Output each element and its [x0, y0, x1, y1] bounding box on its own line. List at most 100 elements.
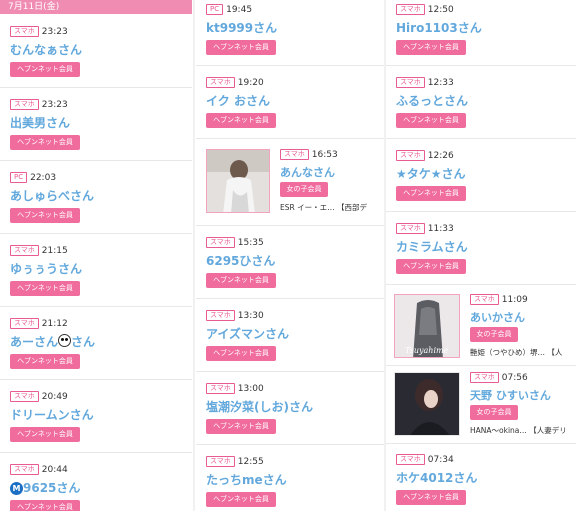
device-badge: PC [206, 4, 224, 15]
user-name[interactable]: イク おさん [206, 92, 270, 109]
list-item[interactable]: スマホ 20:44 M 9625さん ヘブンネット会員 [0, 453, 192, 511]
list-item[interactable]: PC 19:45 kt9999さん ヘブンネット会員 [196, 0, 384, 66]
device-badge: PC [10, 172, 28, 183]
list-item[interactable]: スマホ 11:33 カミラムさん ヘブンネット会員 [386, 212, 576, 285]
member-tag: ヘブンネット会員 [10, 427, 80, 442]
list-item[interactable]: スマホ 20:49 ドリームンさん ヘブンネット会員 [0, 380, 192, 453]
list-item[interactable]: スマホ 12:55 たっちmeさん ヘブンネット会員 [196, 445, 384, 511]
member-tag: ヘブンネット会員 [10, 62, 80, 77]
user-name[interactable]: ドリームンさん [10, 406, 94, 423]
photo-placeholder [207, 150, 269, 212]
user-name[interactable]: 塩潮汐菜(しお)さん [206, 398, 313, 415]
list-item[interactable]: PC 22:03 あしゅらべさん ヘブンネット会員 [0, 161, 192, 234]
user-name[interactable]: Hiro1103さん [396, 19, 482, 36]
device-badge: スマホ [206, 310, 235, 321]
post-time: 15:35 [237, 237, 264, 248]
panda-icon [58, 334, 72, 347]
member-tag: ヘブンネット会員 [206, 273, 276, 288]
profile-photo[interactable] [394, 372, 460, 436]
device-badge: スマホ [280, 149, 309, 160]
device-badge: スマホ [10, 245, 39, 256]
user-name[interactable]: 天野 ひすいさん [470, 387, 551, 403]
user-name[interactable]: むんなぁさん [10, 41, 82, 58]
user-name[interactable]: あしゅらべさん [10, 187, 94, 204]
post-time: 11:09 [501, 294, 528, 305]
post-time: 22:03 [30, 172, 57, 183]
user-name[interactable]: ゆぅぅうさん [10, 260, 82, 277]
user-name[interactable]: 6295ひさん [206, 252, 275, 269]
post-time: 19:45 [226, 4, 253, 15]
date-header: 7月11日(金) [0, 0, 192, 14]
post-time: 12:55 [237, 456, 264, 467]
member-tag: ヘブンネット会員 [10, 354, 80, 369]
post-time: 19:20 [237, 77, 264, 88]
shop-link[interactable]: HANA～okina… 【人妻デリ [470, 425, 567, 436]
user-name-suffix: 9625さん [23, 481, 81, 495]
post-time: 20:49 [41, 391, 68, 402]
device-badge: スマホ [10, 391, 39, 402]
profile-photo[interactable]: Tsuyahime [394, 294, 460, 358]
post-time: 13:30 [237, 310, 264, 321]
user-name[interactable]: カミラムさん [396, 238, 468, 255]
user-name[interactable]: ★タケ★さん [396, 165, 466, 182]
user-name[interactable]: M 9625さん [10, 479, 80, 496]
device-badge: スマホ [206, 383, 235, 394]
photo-placeholder [395, 373, 459, 435]
list-item[interactable]: スマホ 19:20 イク おさん ヘブンネット会員 [196, 66, 384, 139]
list-item[interactable]: スマホ 13:00 塩潮汐菜(しお)さん ヘブンネット会員 [196, 372, 384, 445]
post-time: 21:15 [41, 245, 68, 256]
member-tag: ヘブンネット会員 [206, 346, 276, 361]
device-badge: スマホ [206, 77, 235, 88]
list-item[interactable]: スマホ 15:35 6295ひさん ヘブンネット会員 [196, 226, 384, 299]
list-item[interactable]: スマホ 21:15 ゆぅぅうさん ヘブンネット会員 [0, 234, 192, 307]
list-item[interactable]: スマホ 23:23 出美男さん ヘブンネット会員 [0, 88, 192, 161]
profile-photo[interactable] [206, 149, 270, 213]
member-tag: ヘブンネット会員 [10, 281, 80, 296]
column-divider [193, 0, 195, 511]
user-name-suffix: さん [71, 335, 96, 349]
user-name[interactable]: ふるっとさん [396, 92, 468, 109]
column-2: PC 19:45 kt9999さん ヘブンネット会員 スマホ 19:20 イク おさ… [196, 0, 384, 511]
post-time: 21:12 [41, 318, 68, 329]
list-item[interactable]: スマホ 07:34 ホケ4012さん ヘブンネット会員 [386, 444, 576, 511]
post-time: 07:56 [501, 372, 528, 383]
list-item[interactable]: Tsuyahime スマホ 11:09 あいかさん 女の子会員 艶姫（つやひめ）堺… [386, 285, 576, 366]
user-name[interactable]: あんなさん [280, 164, 335, 180]
device-badge: スマホ [206, 456, 235, 467]
list-item[interactable]: スマホ 12:26 ★タケ★さん ヘブンネット会員 [386, 139, 576, 212]
device-badge: スマホ [10, 464, 39, 475]
list-item[interactable]: スマホ 23:23 むんなぁさん ヘブンネット会員 [0, 14, 192, 88]
post-time: 12:33 [427, 77, 454, 88]
member-tag: ヘブンネット会員 [206, 419, 276, 434]
user-name[interactable]: 出美男さん [10, 114, 70, 131]
list-item[interactable]: スマホ 07:56 天野 ひすいさん 女の子会員 HANA～okina… 【人妻デ… [386, 366, 576, 444]
user-name[interactable]: ホケ4012さん [396, 469, 477, 486]
list-item[interactable]: スマホ 21:12 あーさん さん ヘブンネット会員 [0, 307, 192, 380]
device-badge: スマホ [396, 4, 425, 15]
device-badge: スマホ [396, 77, 425, 88]
member-tag: ヘブンネット会員 [396, 186, 466, 201]
device-badge: スマホ [396, 454, 425, 465]
member-tag: ヘブンネット会員 [206, 492, 276, 507]
member-tag: 女の子会員 [470, 405, 518, 420]
shop-link[interactable]: ESR イー・エ… 【西部デ [280, 202, 367, 213]
metro-m-icon: M [10, 482, 23, 495]
list-item[interactable]: スマホ 12:33 ふるっとさん ヘブンネット会員 [386, 66, 576, 139]
list-item[interactable]: スマホ 12:50 Hiro1103さん ヘブンネット会員 [386, 0, 576, 66]
user-name[interactable]: アイズマンさん [206, 325, 289, 342]
list-item[interactable]: スマホ 16:53 あんなさん 女の子会員 ESR イー・エ… 【西部デ [196, 139, 384, 226]
user-name[interactable]: たっちmeさん [206, 471, 287, 488]
post-time: 07:34 [427, 454, 454, 465]
user-name[interactable]: あいかさん [470, 309, 525, 325]
user-name[interactable]: kt9999さん [206, 19, 277, 36]
photo-watermark: Tsuyahime [405, 346, 449, 355]
user-name[interactable]: あーさん さん [10, 333, 95, 350]
device-badge: スマホ [470, 294, 499, 305]
list-item[interactable]: スマホ 13:30 アイズマンさん ヘブンネット会員 [196, 299, 384, 372]
device-badge: スマホ [470, 372, 499, 383]
shop-link[interactable]: 艶姫（つやひめ）堺… 【人 [470, 347, 562, 358]
device-badge: スマホ [206, 237, 235, 248]
member-tag: ヘブンネット会員 [396, 40, 466, 55]
member-tag: ヘブンネット会員 [206, 113, 276, 128]
post-time: 23:23 [41, 99, 68, 110]
